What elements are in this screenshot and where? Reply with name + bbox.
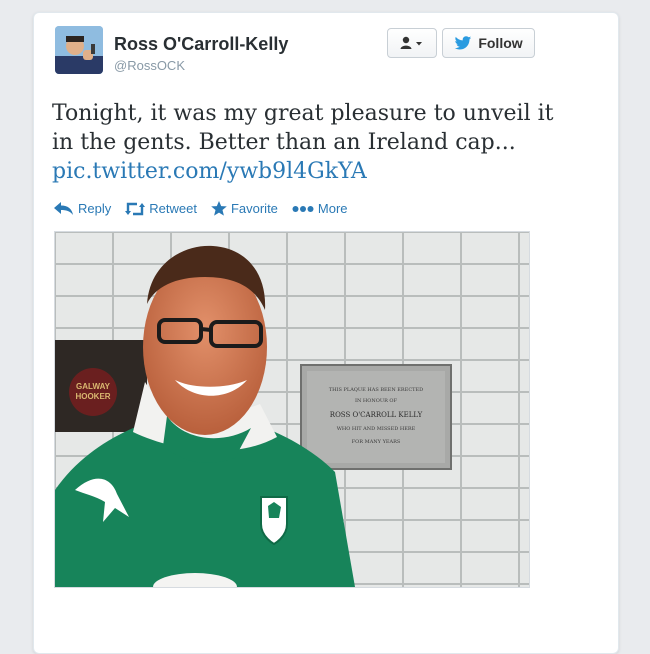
sign-text-2: HOOKER (75, 392, 110, 401)
follow-label: Follow (478, 35, 523, 51)
tweet-media-link[interactable]: pic.twitter.com/ywb9l4GkYA (52, 157, 572, 186)
reply-label: Reply (78, 201, 112, 216)
plaque-line-3: ROSS O'CARROLL KELLY (330, 411, 423, 419)
user-handle[interactable]: @RossOCK (114, 58, 185, 73)
tweet-text: Tonight, it was my great pleasure to unv… (52, 99, 572, 186)
sign-text-1: GALWAY (76, 382, 111, 391)
favorite-label: Favorite (230, 201, 278, 216)
more-action[interactable]: More (292, 201, 348, 216)
twitter-bird-icon (455, 35, 472, 49)
avatar[interactable] (55, 26, 103, 74)
display-name[interactable]: Ross O'Carroll-Kelly (114, 34, 288, 55)
more-dots-icon (292, 205, 314, 212)
more-label: More (317, 201, 348, 216)
plaque-line-2: IN HONOUR OF (355, 398, 398, 404)
user-actions-button[interactable] (387, 28, 437, 58)
avatar-image (55, 26, 103, 74)
user-icon (400, 36, 422, 49)
tweet-actions: Reply Retweet Favorite More (54, 201, 348, 216)
caret-down-icon (416, 42, 422, 46)
star-icon (211, 201, 227, 216)
plaque-line-5: FOR MANY YEARS (352, 439, 401, 445)
tweet-body: Tonight, it was my great pleasure to unv… (52, 101, 554, 155)
retweet-icon (125, 202, 146, 215)
tweet-photo[interactable]: GALWAY HOOKER THIS PLAQUE HAS BEEN ERECT… (54, 231, 530, 588)
plaque-line-1: THIS PLAQUE HAS BEEN ERECTED (329, 387, 423, 393)
follow-button[interactable]: Follow (442, 28, 535, 58)
retweet-action[interactable]: Retweet (125, 201, 197, 216)
reply-icon (54, 201, 73, 215)
retweet-label: Retweet (149, 201, 197, 216)
plaque: THIS PLAQUE HAS BEEN ERECTED IN HONOUR O… (300, 364, 452, 470)
photo-image: GALWAY HOOKER THIS PLAQUE HAS BEEN ERECT… (55, 232, 529, 587)
favorite-action[interactable]: Favorite (211, 201, 278, 216)
reply-action[interactable]: Reply (54, 201, 111, 216)
plaque-line-4: WHO HIT AND MISSED HERE (337, 426, 416, 432)
